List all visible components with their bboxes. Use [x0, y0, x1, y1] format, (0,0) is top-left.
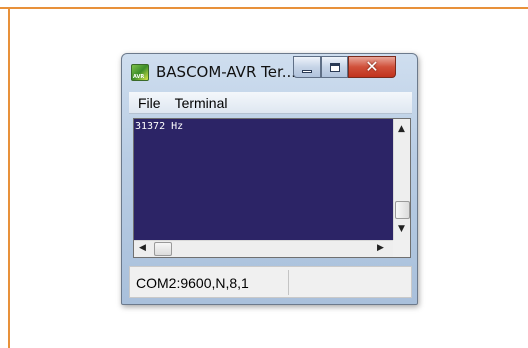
window-title: BASCOM-AVR Ter... — [156, 63, 297, 81]
status-bar: COM2:9600,N,8,1 — [129, 266, 412, 298]
terminal-area: 31372 Hz ▲ ▼ ◀ ▶ — [133, 118, 411, 258]
menu-item-terminal[interactable]: Terminal — [175, 95, 228, 111]
terminal-window: AVR BASCOM-AVR Ter... ✕ File Terminal 31… — [121, 53, 418, 305]
vertical-scrollbar[interactable]: ▲ ▼ — [393, 119, 410, 240]
close-icon: ✕ — [365, 57, 379, 76]
arrow-up-icon[interactable]: ▲ — [398, 125, 405, 134]
status-port-settings: COM2:9600,N,8,1 — [133, 270, 289, 295]
arrow-down-icon[interactable]: ▼ — [398, 225, 405, 234]
maximize-icon — [329, 62, 340, 72]
app-icon-text: AVR — [133, 74, 145, 80]
frame-top-border — [0, 7, 528, 9]
menu-bar: File Terminal — [129, 92, 412, 114]
maximize-button[interactable] — [321, 56, 348, 78]
frame-left-border — [8, 7, 10, 348]
horizontal-scrollbar[interactable]: ◀ ▶ — [134, 240, 393, 257]
vertical-scroll-thumb[interactable] — [395, 201, 410, 219]
app-icon[interactable]: AVR — [131, 64, 149, 81]
arrow-left-icon[interactable]: ◀ — [139, 244, 146, 253]
terminal-output[interactable]: 31372 Hz — [134, 119, 393, 240]
minimize-icon — [302, 69, 312, 73]
arrow-right-icon[interactable]: ▶ — [377, 244, 384, 253]
menu-item-file[interactable]: File — [138, 95, 161, 111]
horizontal-scroll-thumb[interactable] — [154, 242, 172, 256]
minimize-button[interactable] — [293, 56, 321, 78]
title-bar[interactable]: AVR BASCOM-AVR Ter... ✕ — [122, 54, 417, 89]
close-button[interactable]: ✕ — [348, 56, 396, 78]
